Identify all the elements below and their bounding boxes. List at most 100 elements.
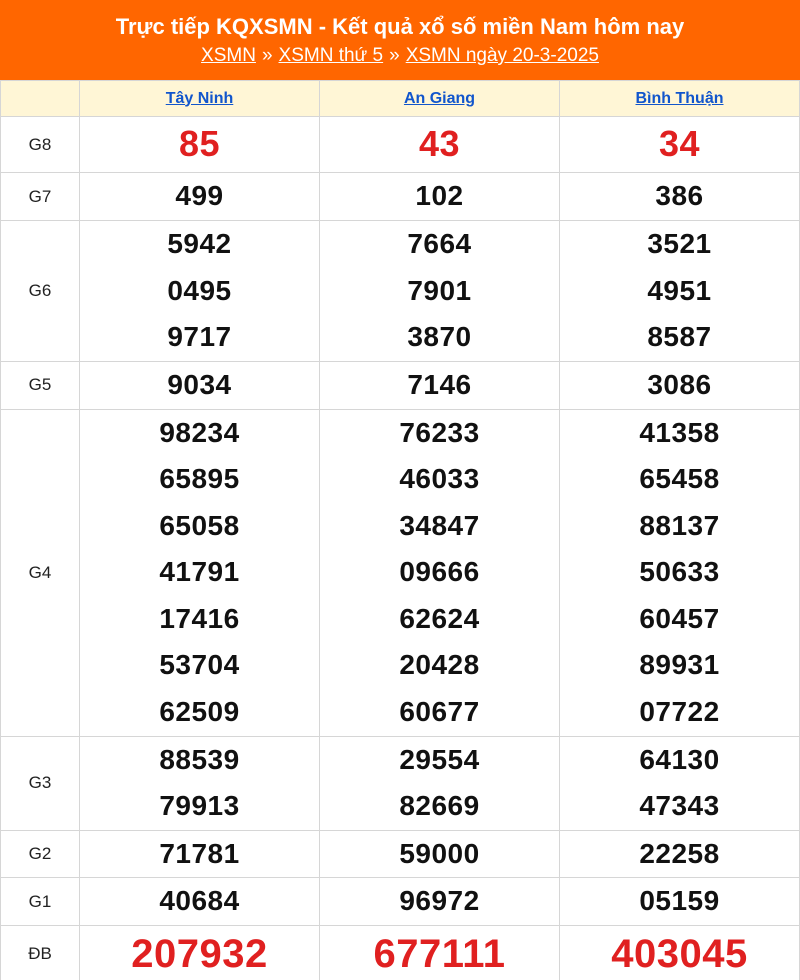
prize-number: 62624 <box>399 602 480 634</box>
province-header-row: Tây Ninh An Giang Bình Thuận <box>0 80 800 117</box>
prize-number: 98234 <box>159 416 240 448</box>
prize-number: 20428 <box>399 649 480 681</box>
prize-number: 499 <box>175 180 224 212</box>
prize-cell: 22258 <box>559 829 800 878</box>
prize-number: 3521 <box>647 228 712 260</box>
prize-number: 17416 <box>159 602 240 634</box>
prize-row-g1: G1 40684 96972 05159 <box>0 877 800 926</box>
prize-cell: 7664 7901 3870 <box>319 220 560 362</box>
prize-cell: 85 <box>79 116 320 173</box>
province-header: Tây Ninh <box>79 80 320 117</box>
prize-label: G5 <box>0 361 80 410</box>
prize-cell: 3521 4951 8587 <box>559 220 800 362</box>
prize-number: 8587 <box>647 321 712 353</box>
prize-cell: 9034 <box>79 361 320 410</box>
prize-number: 41358 <box>639 416 720 448</box>
prize-cell: 64130 47343 <box>559 735 800 831</box>
prize-number: 89931 <box>639 649 720 681</box>
prize-label: ĐB <box>0 925 80 980</box>
breadcrumb-xsmn-thu-5[interactable]: XSMN thứ 5 <box>279 45 384 66</box>
prize-number: 3870 <box>407 321 472 353</box>
prize-number: 76233 <box>399 416 480 448</box>
prize-cell: 7146 <box>319 361 560 410</box>
prize-cell: 40684 <box>79 877 320 926</box>
breadcrumb-separator: » <box>261 45 273 66</box>
prize-number: 102 <box>415 180 464 212</box>
prize-cell: 76233 46033 34847 09666 62624 20428 60677 <box>319 408 560 737</box>
prize-label: G6 <box>0 220 80 362</box>
prize-number: 88137 <box>639 509 720 541</box>
prize-row-g4: G4 98234 65895 65058 41791 17416 53704 62509 762… <box>0 408 800 737</box>
province-link-tay-ninh[interactable]: Tây Ninh <box>166 90 234 107</box>
prize-number: 62509 <box>159 695 240 727</box>
prize-row-g5: G5 9034 7146 3086 <box>0 361 800 410</box>
prize-number: 4951 <box>647 274 712 306</box>
prize-number: 43 <box>418 123 461 165</box>
prize-label: G8 <box>0 116 80 173</box>
prize-number: 60677 <box>399 695 480 727</box>
breadcrumb: XSMN» XSMN thứ 5» XSMN ngày 20-3-2025 <box>0 43 800 69</box>
prize-number: 71781 <box>159 837 240 869</box>
prize-number: 53704 <box>159 649 240 681</box>
prize-number: 85 <box>178 123 221 165</box>
prize-cell: 207932 <box>79 925 320 980</box>
prize-number: 7664 <box>407 228 472 260</box>
prize-cell: 05159 <box>559 877 800 926</box>
prize-cell: 43 <box>319 116 560 173</box>
prize-number: 207932 <box>131 931 268 976</box>
prize-number: 82669 <box>399 790 480 821</box>
prize-cell: 5942 0495 9717 <box>79 220 320 362</box>
prize-number: 40684 <box>159 885 240 917</box>
prize-number: 59000 <box>399 837 480 869</box>
province-header: Bình Thuận <box>559 80 800 117</box>
prize-number: 79913 <box>159 790 240 821</box>
province-link-an-giang[interactable]: An Giang <box>404 90 475 107</box>
prize-cell: 88539 79913 <box>79 735 320 831</box>
prize-cell: 41358 65458 88137 50633 60457 89931 07722 <box>559 408 800 737</box>
prize-number: 386 <box>655 180 704 212</box>
prize-number: 5942 <box>167 228 232 260</box>
prize-number: 47343 <box>639 790 720 821</box>
prize-label: G7 <box>0 172 80 221</box>
prize-number: 34 <box>658 123 701 165</box>
prize-number: 64130 <box>639 743 720 775</box>
prize-label: G1 <box>0 877 80 926</box>
prize-number: 9034 <box>167 369 232 400</box>
prize-number: 34847 <box>399 509 480 541</box>
prize-row-g7: G7 499 102 386 <box>0 172 800 221</box>
page-header: Trực tiếp KQXSMN - Kết quả xổ số miền Na… <box>0 0 800 80</box>
prize-label: G4 <box>0 408 80 737</box>
prize-cell: 677111 <box>319 925 560 980</box>
prize-row-g3: G3 88539 79913 29554 82669 64130 47343 <box>0 735 800 831</box>
province-link-binh-thuan[interactable]: Bình Thuận <box>636 90 724 107</box>
province-header: An Giang <box>319 80 560 117</box>
prize-number: 403045 <box>611 931 748 976</box>
prize-cell: 386 <box>559 172 800 221</box>
prize-cell: 96972 <box>319 877 560 926</box>
prize-cell: 3086 <box>559 361 800 410</box>
prize-number: 09666 <box>399 556 480 588</box>
prize-number: 7146 <box>407 369 472 400</box>
prize-cell: 71781 <box>79 829 320 878</box>
prize-label: G2 <box>0 829 80 878</box>
prize-row-db: ĐB 207932 677111 403045 <box>0 925 800 980</box>
prize-number: 41791 <box>159 556 240 588</box>
prize-cell: 98234 65895 65058 41791 17416 53704 62509 <box>79 408 320 737</box>
prize-number: 88539 <box>159 743 240 775</box>
prize-cell: 29554 82669 <box>319 735 560 831</box>
breadcrumb-xsmn-date[interactable]: XSMN ngày 20-3-2025 <box>406 45 599 66</box>
prize-row-g2: G2 71781 59000 22258 <box>0 829 800 878</box>
prize-number: 07722 <box>639 695 720 727</box>
results-table: Tây Ninh An Giang Bình Thuận G8 85 43 34 G7 4… <box>0 80 800 980</box>
prize-number: 7901 <box>407 274 472 306</box>
prize-number: 65058 <box>159 509 240 541</box>
prize-number: 29554 <box>399 743 480 775</box>
prize-number: 3086 <box>647 369 712 400</box>
page-title: Trực tiếp KQXSMN - Kết quả xổ số miền Na… <box>115 14 685 39</box>
prize-row-g6: G6 5942 0495 9717 7664 7901 3870 3521 4951 8587 <box>0 220 800 362</box>
prize-number: 677111 <box>373 931 506 976</box>
prize-number: 65895 <box>159 463 240 495</box>
prize-number: 96972 <box>399 885 480 917</box>
prize-cell: 59000 <box>319 829 560 878</box>
breadcrumb-xsmn[interactable]: XSMN <box>201 45 256 66</box>
